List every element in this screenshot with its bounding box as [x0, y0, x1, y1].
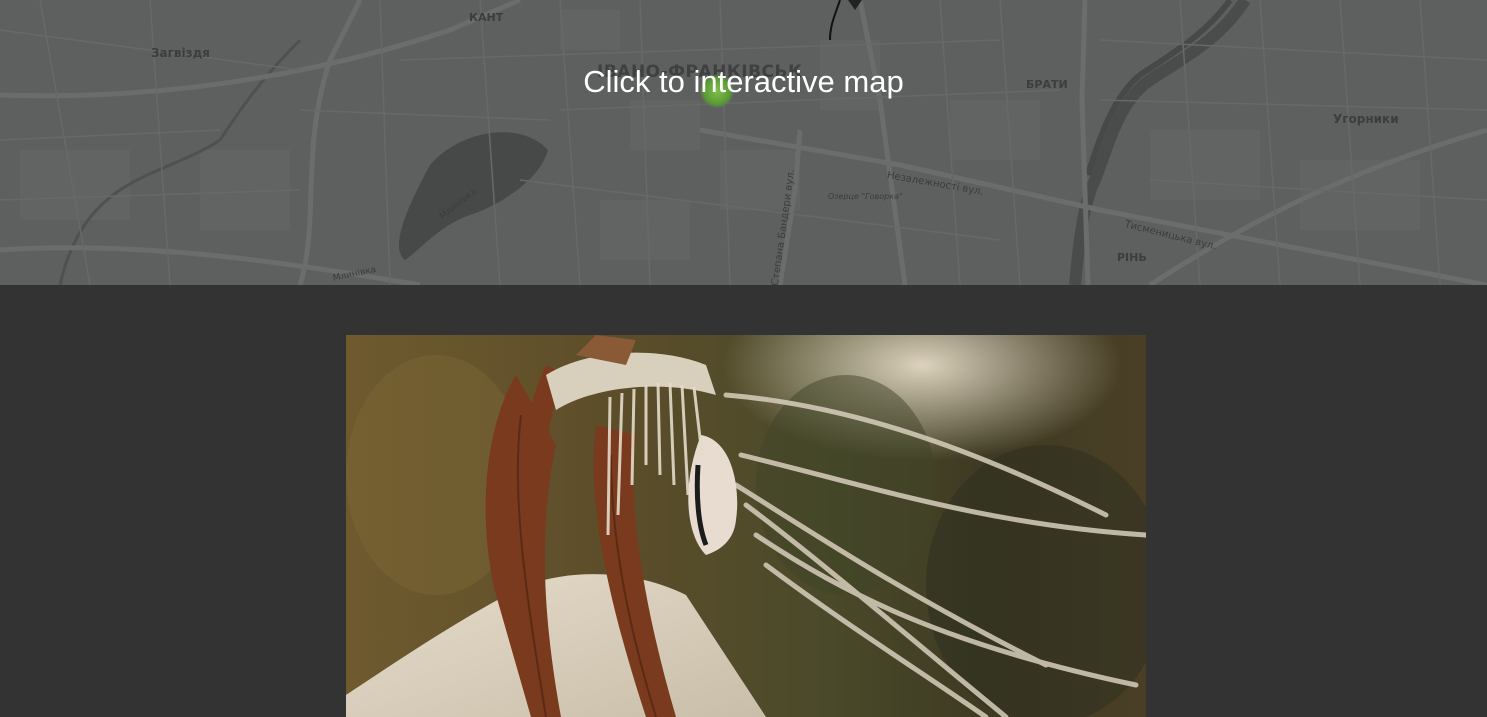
dancer-photo [346, 335, 1146, 717]
map-label-ozero: Озерце "Говорка" [828, 192, 903, 201]
map-label-zahvizdia: Загвіздя [151, 46, 210, 60]
map-label-rin: РІНЬ [1117, 251, 1147, 264]
map-overlay-text[interactable]: Click to interactive map [0, 64, 1487, 100]
interactive-map[interactable]: Загвіздя КАНТ ІВАНО-ФРАНКІВСЬК БРАТИ Уго… [0, 0, 1487, 285]
map-label-uhornyky: Угорники [1333, 112, 1399, 126]
map-streets [0, 0, 1487, 285]
dancer-image-icon [346, 335, 1146, 717]
map-label-kant: КАНТ [469, 11, 504, 24]
